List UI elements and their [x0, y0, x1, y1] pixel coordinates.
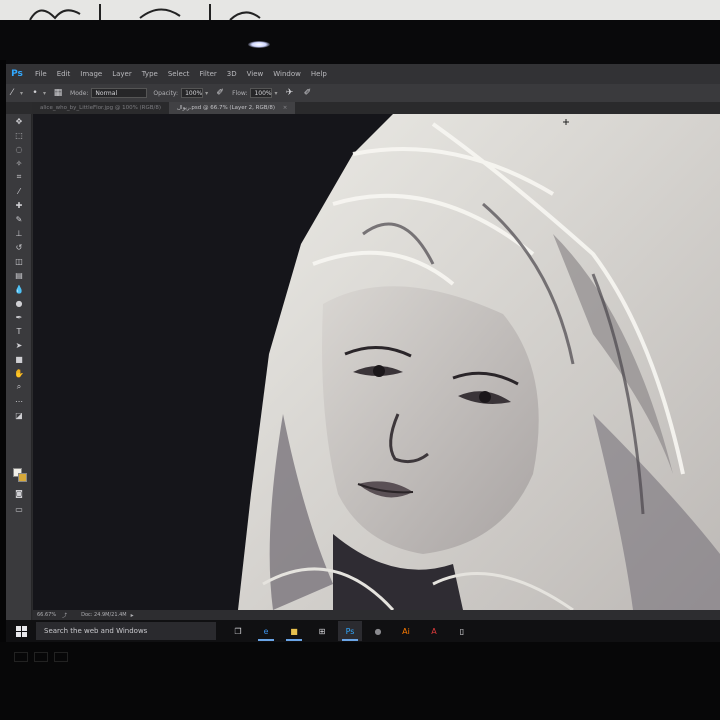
task-view-icon[interactable]: ❐ [226, 621, 250, 641]
edge-browser-icon[interactable]: e [254, 621, 278, 641]
tool-options-bar: ⁄ ▾ • ▾ ▦ Mode: Normal Opacity: 100% ▾ ✐… [6, 84, 720, 102]
pressure-size-toggle[interactable]: ✐ [302, 87, 314, 99]
status-bar: 66.67% ⤴ Doc: 24.9M/21.4M ▸ [33, 610, 720, 620]
history-brush-tool-icon[interactable]: ↺ [6, 240, 32, 254]
photoshop-logo: Ps [11, 69, 23, 79]
mode-select[interactable]: Normal [91, 88, 148, 98]
document-tab-bar: alice_who_by_LittleFlor.jpg @ 100% (RGB/… [32, 102, 720, 114]
wall-sketch-drawing [29, 4, 261, 21]
windows-logo-icon [15, 625, 27, 637]
photoshop-icon[interactable]: Ps [338, 621, 362, 641]
mode-label: Mode: [70, 89, 89, 97]
healing-brush-tool-icon[interactable]: ✚ [6, 198, 32, 212]
brush-size-picker[interactable]: • ▾ [29, 87, 46, 99]
menu-edit[interactable]: Edit [52, 70, 76, 78]
menu-view[interactable]: View [242, 70, 269, 78]
mode-control: Mode: Normal [70, 88, 148, 98]
clone-stamp-tool-icon[interactable]: ⊥ [6, 226, 32, 240]
taskbar-app-icons: ❐ e ■ ⊞ Ps ● Ai A ▯ [222, 621, 474, 641]
hand-tool-icon[interactable]: ✋ [6, 366, 32, 380]
move-tool-icon[interactable]: ✥ [6, 114, 32, 128]
brush-size-icon: • [32, 88, 38, 98]
menu-layer[interactable]: Layer [107, 70, 137, 78]
menu-select[interactable]: Select [163, 70, 195, 78]
screen-mode-icon[interactable]: ▭ [6, 502, 32, 516]
tool-preset-picker[interactable]: ⁄ ▾ [6, 87, 23, 99]
dodge-tool-icon[interactable]: ● [6, 296, 32, 310]
default-colors-icon[interactable]: ◪ [6, 408, 32, 422]
quick-mask-icon[interactable]: ◙ [6, 486, 32, 500]
type-tool-icon[interactable]: T [6, 324, 32, 338]
document-canvas[interactable] [33, 114, 720, 610]
path-selection-tool-icon[interactable]: ➤ [6, 338, 32, 352]
brush-tool-icon[interactable]: ✎ [6, 212, 32, 226]
menu-file[interactable]: File [30, 70, 52, 78]
opacity-field[interactable]: 100% [181, 88, 204, 98]
document-icon[interactable]: ▯ [450, 621, 474, 641]
menu-3d[interactable]: 3D [222, 70, 242, 78]
ceiling-light-reflection [248, 41, 270, 48]
eraser-tool-icon[interactable]: ◫ [6, 254, 32, 268]
export-icon[interactable]: ⤴ [62, 612, 67, 619]
document-tab[interactable]: alice_who_by_LittleFlor.jpg @ 100% (RGB/… [32, 102, 169, 114]
pen-tool-icon[interactable]: ✒ [6, 310, 32, 324]
menu-image[interactable]: Image [75, 70, 107, 78]
brush-panel-toggle[interactable]: ▦ [52, 87, 64, 99]
brush-icon: ⁄ [11, 88, 13, 98]
monitor-screen: Ps File Edit Image Layer Type Select Fil… [6, 64, 720, 642]
lasso-tool-icon[interactable]: ◌ [6, 142, 32, 156]
opacity-control: Opacity: 100% ▾ [153, 88, 208, 98]
gradient-tool-icon[interactable]: ▤ [6, 268, 32, 282]
opacity-label: Opacity: [153, 89, 179, 97]
background-color-swatch[interactable] [18, 473, 27, 482]
zoom-tool-icon[interactable]: ⌕ [6, 380, 32, 394]
document-size-info: Doc: 24.9M/21.4M [81, 612, 127, 618]
menu-filter[interactable]: Filter [194, 70, 221, 78]
chevron-down-icon: ▾ [43, 89, 47, 97]
document-tab-label: alice_who_by_LittleFlor.jpg @ 100% (RGB/… [40, 105, 162, 111]
brush-panel-icon: ▦ [53, 88, 63, 98]
extra-tools-icon[interactable]: ⋯ [6, 394, 32, 408]
zoom-level-field[interactable]: 66.67% [37, 612, 56, 618]
chevron-down-icon[interactable]: ▾ [205, 90, 208, 97]
desk-reflections [14, 652, 104, 666]
tools-panel: ✥ ⬚ ◌ ✧ ⌗ ⁄ ✚ ✎ ⊥ ↺ ◫ ▤ 💧 ● ✒ T ➤ ■ ✋ ⌕ … [6, 114, 32, 624]
store-icon[interactable]: ⊞ [310, 621, 334, 641]
document-tab-label: ريوال.psd @ 66.7% (Layer 2, RGB/8) [177, 105, 276, 111]
menu-window[interactable]: Window [268, 70, 306, 78]
rectangle-tool-icon[interactable]: ■ [6, 352, 32, 366]
start-button[interactable] [6, 620, 36, 642]
airbrush-toggle[interactable]: ✈ [284, 87, 296, 99]
taskbar-search-box[interactable]: Search the web and Windows [36, 622, 216, 640]
status-menu-arrow-icon[interactable]: ▸ [131, 612, 134, 619]
file-explorer-icon[interactable]: ■ [282, 621, 306, 641]
flow-control: Flow: 100% ▾ [232, 88, 278, 98]
flow-label: Flow: [232, 89, 248, 97]
eyedropper-tool-icon[interactable]: ⁄ [6, 184, 32, 198]
close-icon[interactable]: × [283, 105, 288, 111]
airbrush-icon: ✈ [285, 88, 294, 98]
menu-type[interactable]: Type [137, 70, 163, 78]
steam-icon[interactable]: ● [366, 621, 390, 641]
document-tab-active[interactable]: ريوال.psd @ 66.7% (Layer 2, RGB/8) × [169, 102, 296, 114]
monitor-bezel-top [0, 20, 720, 64]
illustrator-icon[interactable]: Ai [394, 621, 418, 641]
portrait-artwork [33, 114, 720, 610]
magic-wand-tool-icon[interactable]: ✧ [6, 156, 32, 170]
search-placeholder: Search the web and Windows [44, 627, 148, 635]
monitor-bezel-bottom [0, 642, 720, 720]
menu-help[interactable]: Help [306, 70, 332, 78]
pressure-opacity-toggle[interactable]: ✐ [214, 87, 226, 99]
blur-tool-icon[interactable]: 💧 [6, 282, 32, 296]
pen-pressure-size-icon: ✐ [303, 88, 312, 98]
chevron-down-icon[interactable]: ▾ [274, 90, 277, 97]
crop-tool-icon[interactable]: ⌗ [6, 170, 32, 184]
pen-pressure-icon: ✐ [216, 88, 224, 98]
windows-taskbar: Search the web and Windows ❐ e ■ ⊞ Ps ● Ai A ▯ [6, 620, 720, 642]
flow-field[interactable]: 100% [250, 88, 273, 98]
menu-bar: Ps File Edit Image Layer Type Select Fil… [6, 64, 720, 84]
acrobat-icon[interactable]: A [422, 621, 446, 641]
marquee-tool-icon[interactable]: ⬚ [6, 128, 32, 142]
chevron-down-icon: ▾ [20, 89, 24, 97]
